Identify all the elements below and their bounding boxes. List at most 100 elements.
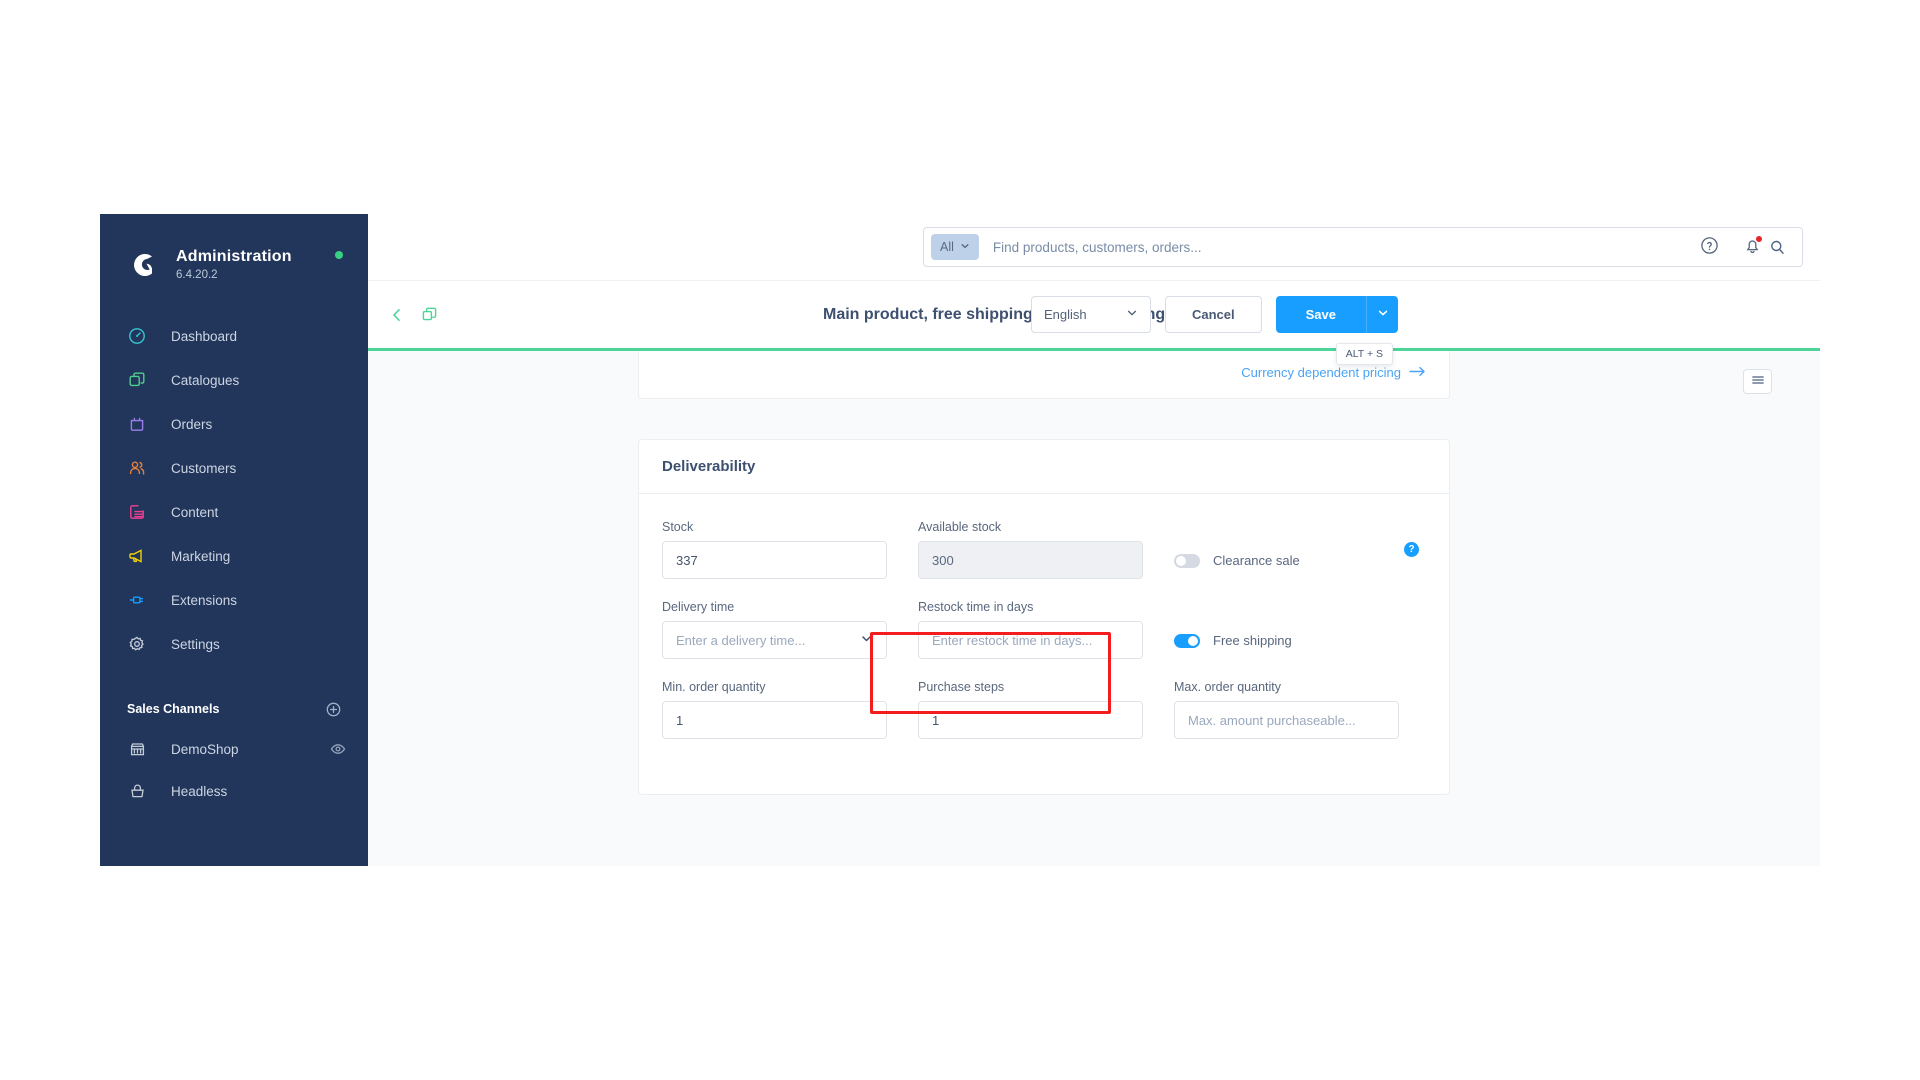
admin-window: Administration 6.4.20.2 Dashboard <box>100 214 1820 866</box>
stock-input[interactable] <box>662 541 887 579</box>
sidebar-label: Customers <box>171 461 236 476</box>
sidebar-label: Dashboard <box>171 329 237 344</box>
storefront-icon <box>127 739 147 759</box>
orders-icon <box>127 414 147 434</box>
save-options-button[interactable] <box>1366 296 1398 333</box>
marketing-icon <box>127 546 147 566</box>
product-toolbar: Main product, free shipping with highlig… <box>368 281 1820 351</box>
eye-icon[interactable] <box>330 741 346 757</box>
chevron-down-icon <box>1126 307 1138 322</box>
bell-icon[interactable] <box>1743 236 1762 255</box>
brand-version: 6.4.20.2 <box>176 269 292 282</box>
status-dot <box>335 251 343 259</box>
deliverability-title: Deliverability <box>639 440 1449 494</box>
delivery-time-label: Delivery time <box>662 600 887 614</box>
sidebar-item-demoshop[interactable]: DemoShop <box>100 728 368 770</box>
language-select[interactable]: English <box>1031 296 1151 333</box>
search-container[interactable]: All <box>923 227 1803 267</box>
available-stock-field-group: Available stock <box>918 520 1143 579</box>
sidebar-label: DemoShop <box>171 742 239 757</box>
free-shipping-group: Free shipping <box>1174 600 1426 659</box>
settings-icon <box>127 634 147 654</box>
delivery-time-field-group: Delivery time Enter a delivery time... <box>662 600 887 659</box>
sidebar-label: Orders <box>171 417 212 432</box>
form-column: Currency dependent pricing Deliverabilit… <box>638 351 1450 795</box>
max-order-quantity-input[interactable] <box>1174 701 1399 739</box>
sidebar-item-marketing[interactable]: Marketing <box>100 534 368 578</box>
deliverability-card: Deliverability Stock Available stock <box>638 439 1450 795</box>
sidebar-label: Settings <box>171 637 220 652</box>
save-button[interactable]: Save <box>1276 296 1366 333</box>
global-search-bar: All <box>368 214 1820 281</box>
side-panel-toggle-button[interactable] <box>1743 369 1772 394</box>
chevron-left-icon[interactable] <box>389 307 405 323</box>
help-circle-icon[interactable] <box>1700 236 1719 255</box>
basket-icon <box>127 781 147 801</box>
stock-row: Stock Available stock Clearance sale ? <box>662 520 1426 579</box>
sidebar-item-settings[interactable]: Settings <box>100 622 368 666</box>
sidebar-item-headless[interactable]: Headless <box>100 770 368 812</box>
delivery-time-select[interactable]: Enter a delivery time... <box>662 621 887 659</box>
catalogues-icon <box>127 370 147 390</box>
currency-dependent-pricing-link[interactable]: Currency dependent pricing <box>1241 365 1426 380</box>
free-shipping-toggle[interactable] <box>1174 634 1200 648</box>
clearance-sale-label: Clearance sale <box>1213 553 1300 568</box>
sidebar-item-orders[interactable]: Orders <box>100 402 368 446</box>
sidebar-item-customers[interactable]: Customers <box>100 446 368 490</box>
available-stock-label: Available stock <box>918 520 1143 534</box>
save-button-group: Save <box>1276 296 1398 333</box>
min-order-quantity-label: Min. order quantity <box>662 680 887 694</box>
brand-header[interactable]: Administration 6.4.20.2 <box>100 214 368 292</box>
free-shipping-label: Free shipping <box>1213 633 1292 648</box>
sidebar: Administration 6.4.20.2 Dashboard <box>100 214 368 866</box>
save-shortcut-tooltip: ALT + S <box>1336 343 1393 365</box>
chevron-down-icon <box>960 240 970 254</box>
clearance-sale-toggle[interactable] <box>1174 554 1200 568</box>
stock-field-group: Stock <box>662 520 887 579</box>
search-input[interactable] <box>993 240 1769 255</box>
min-order-quantity-group: Min. order quantity <box>662 680 887 739</box>
extensions-icon <box>127 590 147 610</box>
shopware-logo-icon <box>126 248 160 282</box>
sidebar-item-content[interactable]: Content <box>100 490 368 534</box>
clearance-sale-group: Clearance sale ? <box>1174 520 1426 579</box>
max-order-quantity-group: Max. order quantity <box>1174 680 1399 739</box>
available-stock-input <box>918 541 1143 579</box>
search-scope-dropdown[interactable]: All <box>931 234 979 260</box>
sidebar-item-dashboard[interactable]: Dashboard <box>100 314 368 358</box>
list-menu-icon <box>1751 373 1765 391</box>
language-value: English <box>1044 307 1087 322</box>
sidebar-item-extensions[interactable]: Extensions <box>100 578 368 622</box>
quantity-row: Min. order quantity Purchase steps Max. … <box>662 680 1426 739</box>
question-mark-icon[interactable]: ? <box>1404 542 1419 557</box>
customers-icon <box>127 458 147 478</box>
chevron-down-icon <box>1377 307 1389 322</box>
restock-time-label: Restock time in days <box>918 600 1143 614</box>
max-order-quantity-label: Max. order quantity <box>1174 680 1399 694</box>
duplicate-icon[interactable] <box>421 306 438 323</box>
min-order-quantity-input[interactable] <box>662 701 887 739</box>
sales-channels-title: Sales Channels <box>127 702 219 716</box>
restock-time-input[interactable] <box>918 621 1143 659</box>
notification-badge <box>1755 235 1763 243</box>
content-icon <box>127 502 147 522</box>
delivery-time-placeholder: Enter a delivery time... <box>676 633 805 648</box>
search-scope-label: All <box>940 240 954 254</box>
topbar-actions <box>1700 236 1762 255</box>
sidebar-label: Catalogues <box>171 373 239 388</box>
sidebar-label: Content <box>171 505 218 520</box>
sidebar-label: Headless <box>171 784 227 799</box>
delivery-row: Delivery time Enter a delivery time... <box>662 600 1426 659</box>
purchase-steps-group: Purchase steps <box>918 680 1143 739</box>
plus-circle-icon[interactable] <box>326 702 341 717</box>
search-icon[interactable] <box>1769 239 1786 256</box>
purchase-steps-label: Purchase steps <box>918 680 1143 694</box>
sales-channels-header: Sales Channels <box>100 690 368 728</box>
cancel-button[interactable]: Cancel <box>1165 296 1262 333</box>
chevron-down-icon <box>860 632 873 648</box>
sidebar-item-catalogues[interactable]: Catalogues <box>100 358 368 402</box>
main-area: All <box>368 214 1820 866</box>
arrow-right-icon <box>1409 365 1426 380</box>
purchase-steps-input[interactable] <box>918 701 1143 739</box>
prices-card-partial: Currency dependent pricing <box>638 351 1450 399</box>
